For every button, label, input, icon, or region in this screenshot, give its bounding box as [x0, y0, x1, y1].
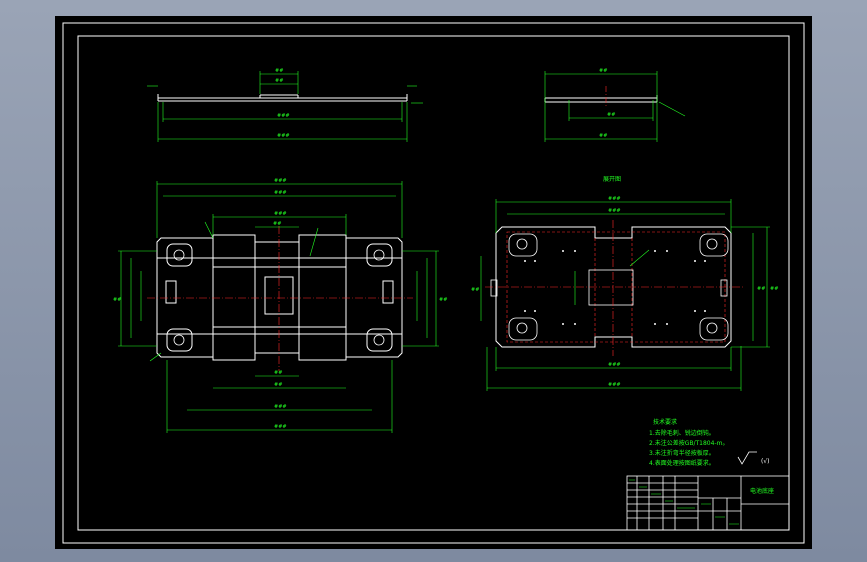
- tech-requirement-line: 2.未注公差按GB/T1804-m。: [649, 439, 728, 447]
- svg-text:##: ##: [274, 382, 282, 388]
- svg-text:##: ##: [113, 297, 121, 303]
- front-view-dims: [118, 181, 439, 433]
- side-view-right-dims: [544, 71, 686, 142]
- svg-text:##: ##: [274, 370, 282, 376]
- drawing-viewport[interactable]: ### ### ## ## ## ## ## ### ### ### ## ##…: [55, 16, 812, 549]
- svg-text:###: ###: [274, 211, 287, 217]
- flat-pattern-small-holes: [524, 250, 706, 325]
- svg-text:###: ###: [608, 382, 621, 388]
- side-view-right: [544, 95, 658, 103]
- svg-text:###: ###: [274, 424, 287, 430]
- svg-text:##: ##: [439, 297, 447, 303]
- svg-text:##: ##: [757, 286, 765, 292]
- svg-text:##: ##: [275, 68, 283, 74]
- svg-text:###: ###: [608, 196, 621, 202]
- tech-requirements-heading: 技术要求: [653, 418, 677, 426]
- tech-requirement-line: 4.表面处理按图纸要求。: [649, 459, 715, 467]
- svg-text:###: ###: [608, 362, 621, 368]
- cad-drawing: ### ### ## ## ## ## ## ### ### ### ## ##…: [62, 22, 805, 544]
- svg-text:###: ###: [274, 190, 287, 196]
- svg-text:##: ##: [471, 287, 479, 293]
- front-view-outline: [156, 234, 403, 361]
- side-view-left-dim-text: ### ### ## ##: [275, 68, 290, 139]
- flat-pattern-label: 展开图: [603, 176, 621, 183]
- tech-requirement-line: 3.未注折弯半径按板厚。: [649, 449, 715, 457]
- svg-text:##: ##: [607, 112, 615, 118]
- roughness-symbol-icon: [737, 451, 757, 465]
- svg-text:##: ##: [273, 221, 281, 227]
- tech-requirement-line: 1.去除毛刺、锐边倒钝。: [649, 429, 715, 437]
- svg-text:##: ##: [770, 286, 778, 292]
- svg-text:###: ###: [277, 113, 290, 119]
- title-block-fills: [629, 479, 739, 525]
- svg-text:###: ###: [274, 178, 287, 184]
- side-view-left: [157, 94, 408, 102]
- front-view-centerlines: [147, 226, 413, 371]
- svg-text:##: ##: [599, 133, 607, 139]
- svg-text:###: ###: [274, 404, 287, 410]
- title-block: [626, 475, 790, 531]
- svg-text:###: ###: [608, 208, 621, 214]
- flat-pattern-centerlines: [485, 220, 745, 356]
- title-block-part-name: 电池底座: [750, 487, 774, 495]
- side-view-left-dims: [147, 71, 423, 142]
- tech-requirements: 技术要求 1.去除毛刺、锐边倒钝。 2.未注公差按GB/T1804-m。 3.未…: [649, 418, 728, 467]
- svg-text:##: ##: [599, 68, 607, 74]
- svg-text:##: ##: [275, 78, 283, 84]
- roughness-symbol: (√): [761, 458, 770, 465]
- svg-text:###: ###: [277, 133, 290, 139]
